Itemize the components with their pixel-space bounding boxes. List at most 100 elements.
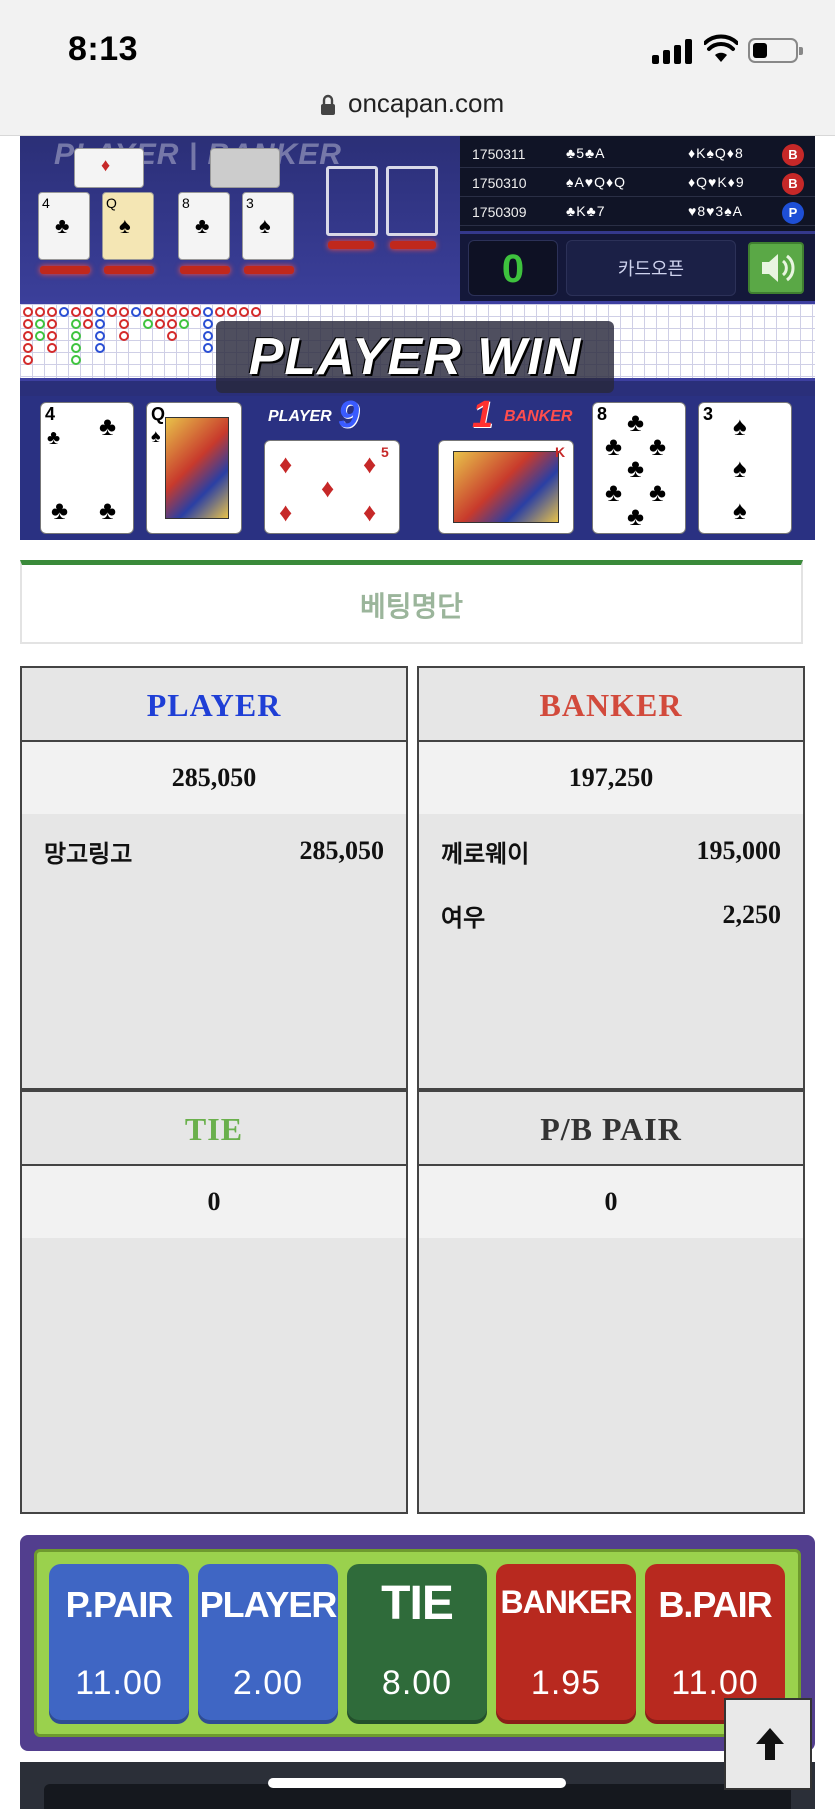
road-bead <box>83 319 93 329</box>
road-bead <box>23 331 33 341</box>
table-card: ♦ <box>74 148 144 188</box>
round-id: 1750311 <box>472 146 526 162</box>
odds-value: 2.00 <box>232 1664 304 1702</box>
road-bead <box>23 355 33 365</box>
road-bead <box>215 307 225 317</box>
road-bead <box>179 307 189 317</box>
road-bead <box>239 307 249 317</box>
road-bead <box>107 307 117 317</box>
win-banner: PLAYER WIN <box>216 321 614 393</box>
road-bead <box>71 331 81 341</box>
road-bead <box>179 319 189 329</box>
result-badge: B <box>782 173 804 195</box>
slot-light <box>244 266 294 274</box>
banker-card-2: 8 ♣ ♣ ♣ ♣ ♣ ♣ ♣ <box>592 402 686 534</box>
road-bead <box>167 319 177 329</box>
battery-icon <box>748 38 803 63</box>
clock: 8:13 <box>68 30 139 68</box>
control-bar: 0 카드오픈 <box>460 234 815 301</box>
player-label: PLAYER <box>268 408 332 425</box>
round-id: 1750310 <box>472 175 527 191</box>
road-bead <box>23 307 33 317</box>
road-bead <box>155 307 165 317</box>
road-bead <box>143 307 153 317</box>
status-bar: 8:13 <box>0 0 835 80</box>
card-rank: K <box>555 444 566 460</box>
pair-bets-title: P/B PAIR <box>419 1092 803 1166</box>
arrow-up-icon <box>756 1728 784 1760</box>
odds-value: 8.00 <box>381 1664 453 1702</box>
table-card <box>210 148 280 188</box>
banker-cards: ♦K♠Q♦8 <box>688 145 744 161</box>
odds-label: TIE <box>381 1577 454 1630</box>
sound-button[interactable] <box>748 242 804 294</box>
result-badge: B <box>782 144 804 166</box>
card-rank: 8 <box>597 404 608 424</box>
home-indicator <box>268 1778 566 1788</box>
bet-amount: 195,000 <box>696 836 782 865</box>
road-bead <box>167 307 177 317</box>
banker-odds-button[interactable]: BANKER 1.95 <box>496 1564 636 1724</box>
road-bead <box>119 319 129 329</box>
p-pair-odds-button[interactable]: P.PAIR 11.00 <box>49 1564 189 1724</box>
road-bead <box>203 319 213 329</box>
bettor-name: 께로웨이 <box>441 841 530 868</box>
baccarat-game: PLAYER | BANKER ♦ 4♣ Q♠ 8♣ 3♠ 1750311 ♣5… <box>20 136 815 540</box>
bet-amount: 2,250 <box>722 900 782 929</box>
odds-bar: P.PAIR 11.00 PLAYER 2.00 TIE 8.00 BANKER… <box>20 1535 815 1751</box>
banker-cards: ♦Q♥K♦9 <box>688 174 745 190</box>
odds-value: 11.00 <box>75 1664 163 1702</box>
road-bead <box>47 331 57 341</box>
table-card: 8 ♣ <box>178 192 230 260</box>
odds-label: BANKER <box>500 1584 633 1620</box>
banker-label: BANKER <box>504 408 573 425</box>
road-bead <box>155 319 165 329</box>
slot-light <box>390 241 436 249</box>
road-bead <box>71 319 81 329</box>
road-bead <box>167 331 177 341</box>
player-cards: ♣K♣7 <box>566 203 606 219</box>
banker-bets-total: 197,250 <box>419 742 803 814</box>
scroll-top-button[interactable] <box>724 1698 812 1790</box>
card-rank: 3 <box>703 404 714 424</box>
road-bead <box>35 307 45 317</box>
player-cards: ♠A♥Q♦Q <box>566 174 627 190</box>
banker-bets-title: BANKER <box>419 668 803 742</box>
player-card-1: 4 ♣ ♣ ♣ ♣ <box>40 402 134 534</box>
address-bar[interactable]: oncapan.com <box>0 80 835 136</box>
player-odds-button[interactable]: PLAYER 2.00 <box>198 1564 338 1724</box>
odds-label: PLAYER <box>199 1584 338 1625</box>
road-bead <box>203 331 213 341</box>
road-bead <box>119 307 129 317</box>
card-open-button[interactable]: 카드오픈 <box>566 240 736 296</box>
slot-light <box>328 241 374 249</box>
tie-bets-total: 0 <box>22 1166 406 1238</box>
odds-label: B.PAIR <box>658 1584 772 1625</box>
wifi-icon <box>704 34 738 62</box>
player-card-3: ♦ ♦ ♦ ♦ ♦ 5 <box>264 440 400 534</box>
road-bead <box>251 307 261 317</box>
tie-odds-button[interactable]: TIE 8.00 <box>347 1564 487 1724</box>
lock-icon <box>321 94 335 115</box>
player-score: 9 <box>338 394 360 436</box>
banker-card-3: 3 ♠ ♠ ♠ <box>698 402 792 534</box>
road-bead <box>191 307 201 317</box>
betting-list-title: 베팅명단 <box>359 591 464 622</box>
slot-light <box>104 266 154 274</box>
history-row: 1750310 ♠A♥Q♦Q ♦Q♥K♦9 B <box>460 169 815 197</box>
betting-list-header: 베팅명단 <box>20 560 803 644</box>
road-bead <box>71 355 81 365</box>
odds-value: 1.95 <box>530 1664 602 1702</box>
road-bead <box>95 319 105 329</box>
player-bets-panel: PLAYER 285,050 망고링고 285,050 <box>20 666 408 1090</box>
card-rank: Q <box>151 404 166 424</box>
banker-score: 1 <box>472 394 494 436</box>
round-id: 1750309 <box>472 204 527 220</box>
road-bead <box>47 319 57 329</box>
bet-entry: 께로웨이 195,000 <box>441 834 781 874</box>
url-text[interactable]: oncapan.com <box>348 88 504 119</box>
road-bead <box>35 331 45 341</box>
empty-card-slot <box>326 166 378 236</box>
bet-entry: 망고링고 285,050 <box>44 834 384 874</box>
road-bead <box>95 307 105 317</box>
